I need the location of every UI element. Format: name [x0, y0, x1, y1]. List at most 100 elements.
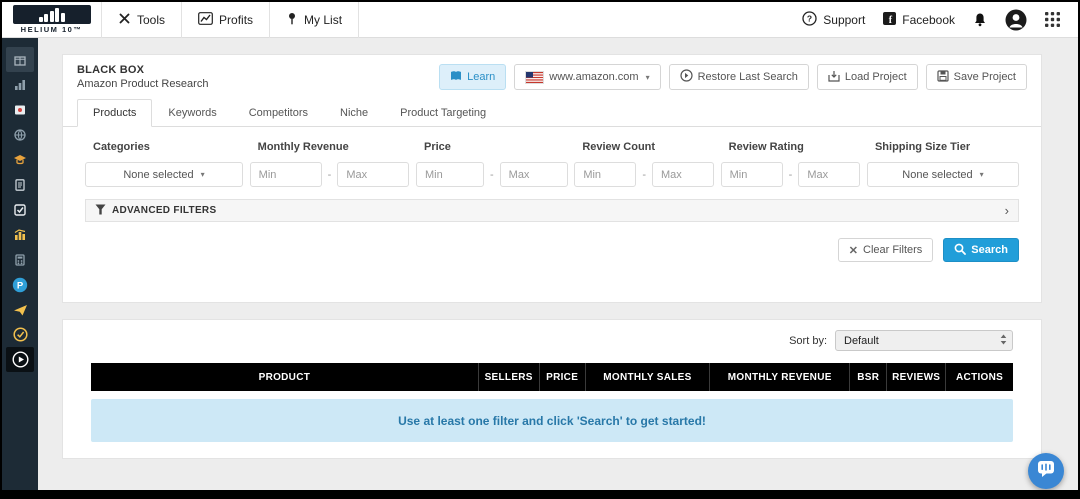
load-project-button[interactable]: Load Project	[817, 64, 918, 90]
black-box-icon[interactable]	[6, 47, 34, 72]
facebook-icon: f	[883, 12, 896, 28]
xray-icon[interactable]	[6, 97, 34, 122]
cerebro-globe-icon[interactable]	[6, 122, 34, 147]
column-reviews: REVIEWS	[887, 363, 946, 391]
svg-text:?: ?	[807, 13, 812, 23]
chevron-right-icon: ›	[1005, 204, 1009, 217]
price-min-input[interactable]	[416, 162, 484, 187]
review-rating-min-input[interactable]	[721, 162, 783, 187]
shipping-size-tier-label: Shipping Size Tier	[867, 141, 1019, 153]
filter-categories: Categories None selected ▾	[85, 141, 243, 187]
sort-value: Default	[844, 335, 879, 347]
learn-book-icon	[450, 70, 462, 85]
chevron-down-icon: ▾	[646, 73, 650, 82]
range-separator: -	[789, 169, 793, 181]
categories-label: Categories	[85, 141, 243, 153]
price-label: Price	[416, 141, 568, 153]
search-icon	[954, 243, 966, 258]
magnet-document-icon[interactable]	[6, 172, 34, 197]
nav-facebook-label: Facebook	[902, 13, 955, 27]
updown-arrows-icon	[1000, 334, 1007, 348]
app-frame: HELIUM 10™ Tools Profits My List ? Suppo…	[2, 2, 1078, 490]
save-icon	[937, 70, 949, 85]
nav-profits-label: Profits	[219, 13, 253, 27]
apps-grid-icon[interactable]	[1045, 12, 1060, 27]
refund-calculator-icon[interactable]	[6, 247, 34, 272]
chevron-down-icon: ▾	[201, 170, 205, 179]
page-title: BLACK BOX	[77, 64, 208, 76]
review-rating-label: Review Rating	[721, 141, 861, 153]
nav-profits[interactable]: Profits	[182, 2, 270, 38]
price-max-input[interactable]	[500, 162, 568, 187]
user-avatar[interactable]	[1005, 9, 1027, 31]
filter-actions: ✕ Clear Filters Search	[85, 238, 1019, 262]
check-circle-icon[interactable]	[6, 322, 34, 347]
keyword-tracker-chart-icon[interactable]	[6, 222, 34, 247]
tab-product-targeting[interactable]: Product Targeting	[384, 99, 502, 127]
svg-text:P: P	[17, 280, 24, 291]
freedom-ticket-cap-icon[interactable]	[6, 147, 34, 172]
trends-chart-icon[interactable]	[6, 72, 34, 97]
advanced-filters-label: ADVANCED FILTERS	[112, 205, 216, 216]
filter-price: Price -	[416, 141, 568, 187]
tab-keywords[interactable]: Keywords	[152, 99, 232, 127]
filter-review-count: Review Count -	[574, 141, 714, 187]
column-monthly-revenue: MONTHLY REVENUE	[710, 363, 850, 391]
tab-niche[interactable]: Niche	[324, 99, 384, 127]
shipping-size-tier-select[interactable]: None selected ▾	[867, 162, 1019, 187]
marketplace-value: www.amazon.com	[549, 71, 638, 83]
review-count-max-input[interactable]	[652, 162, 714, 187]
tab-competitors[interactable]: Competitors	[233, 99, 324, 127]
column-product: PRODUCT	[91, 363, 478, 391]
range-separator: -	[642, 169, 646, 181]
monthly-revenue-label: Monthly Revenue	[250, 141, 410, 153]
results-table: PRODUCT SELLERS PRICE MONTHLY SALES MONT…	[91, 363, 1013, 391]
sort-select[interactable]: Default	[835, 330, 1013, 351]
nav-support[interactable]: ? Support	[802, 2, 865, 38]
restore-last-search-button[interactable]: Restore Last Search	[669, 64, 809, 90]
profits-chart-icon	[198, 12, 213, 28]
empty-state-message: Use at least one filter and click 'Searc…	[91, 399, 1013, 442]
filter-shipping-size-tier: Shipping Size Tier None selected ▾	[867, 141, 1019, 187]
nav-my-list[interactable]: My List	[270, 2, 359, 38]
marketplace-select[interactable]: www.amazon.com ▾	[514, 64, 660, 90]
categories-value: None selected	[123, 169, 193, 181]
chat-launcher-button[interactable]	[1028, 453, 1064, 489]
results-header-row: PRODUCT SELLERS PRICE MONTHLY SALES MONT…	[91, 363, 1013, 391]
helium10-logo[interactable]: HELIUM 10™	[2, 2, 102, 38]
review-rating-max-input[interactable]	[798, 162, 860, 187]
search-button-label: Search	[971, 244, 1008, 256]
review-count-label: Review Count	[574, 141, 714, 153]
tab-products[interactable]: Products	[77, 99, 152, 127]
results-card: Sort by: Default PRODUCT SELLERS PRICE M…	[62, 319, 1042, 459]
filters-row: Categories None selected ▾ Monthly Reven…	[63, 127, 1041, 193]
chevron-down-icon: ▾	[980, 170, 984, 179]
categories-select[interactable]: None selected ▾	[85, 162, 243, 187]
range-separator: -	[490, 169, 494, 181]
funnel-icon	[95, 204, 106, 218]
learn-button[interactable]: Learn	[439, 64, 506, 90]
monthly-revenue-max-input[interactable]	[337, 162, 409, 187]
monthly-revenue-min-input[interactable]	[250, 162, 322, 187]
clear-x-icon: ✕	[849, 244, 858, 257]
ppc-adtomic-icon[interactable]: P	[6, 272, 34, 297]
black-box-card: BLACK BOX Amazon Product Research Learn …	[62, 54, 1042, 303]
nav-tools[interactable]: Tools	[102, 2, 182, 38]
column-bsr: BSR	[850, 363, 887, 391]
notifications-bell-icon[interactable]	[973, 12, 987, 27]
us-flag-icon	[525, 71, 544, 84]
play-tutorial-icon[interactable]	[6, 347, 34, 372]
restore-last-search-label: Restore Last Search	[698, 71, 798, 83]
support-icon: ?	[802, 11, 817, 29]
scribbles-checkbox-icon[interactable]	[6, 197, 34, 222]
nav-facebook[interactable]: f Facebook	[883, 2, 955, 38]
paper-plane-icon[interactable]	[6, 297, 34, 322]
search-button[interactable]: Search	[943, 238, 1019, 262]
advanced-filters-bar[interactable]: ADVANCED FILTERS ›	[85, 199, 1019, 222]
tool-sidebar: P	[2, 38, 38, 490]
review-count-min-input[interactable]	[574, 162, 636, 187]
clear-filters-button[interactable]: ✕ Clear Filters	[838, 238, 934, 262]
page-subtitle: Amazon Product Research	[77, 78, 208, 90]
save-project-button[interactable]: Save Project	[926, 64, 1027, 90]
main-content: BLACK BOX Amazon Product Research Learn …	[38, 38, 1078, 490]
